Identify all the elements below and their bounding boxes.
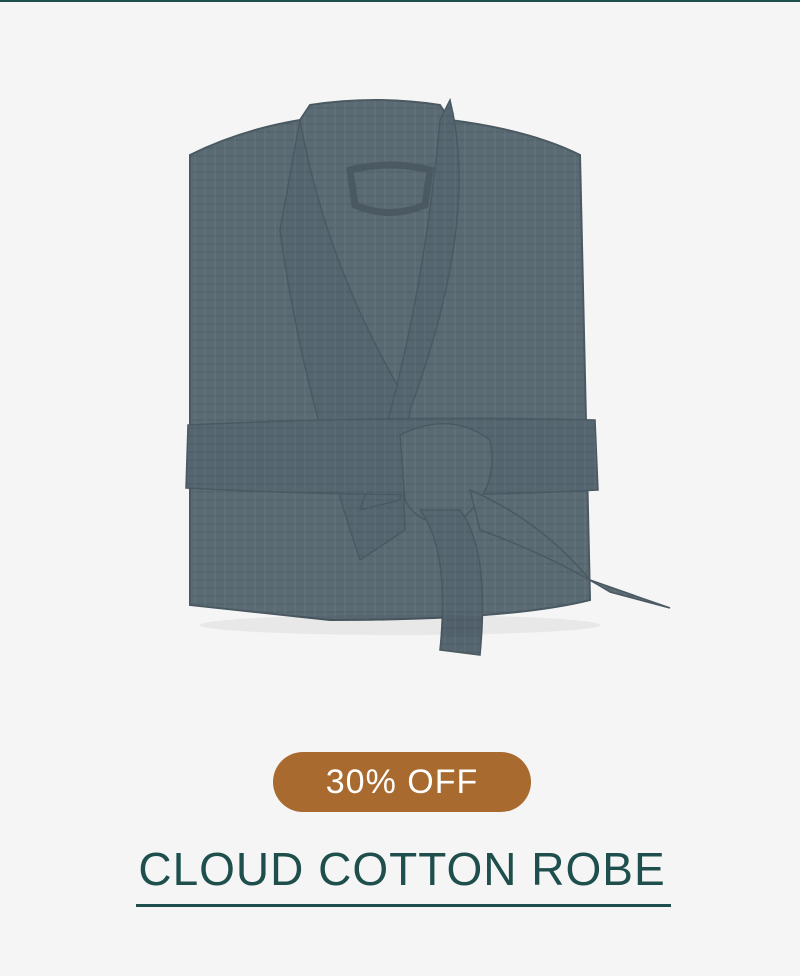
product-image[interactable] [150, 80, 690, 700]
product-card[interactable]: 30% OFF CLOUD COTTON ROBE [0, 0, 800, 976]
title-underline [136, 904, 671, 907]
discount-badge: 30% OFF [273, 752, 531, 812]
product-title-link[interactable]: CLOUD COTTON ROBE [134, 840, 670, 898]
top-divider [0, 0, 800, 2]
